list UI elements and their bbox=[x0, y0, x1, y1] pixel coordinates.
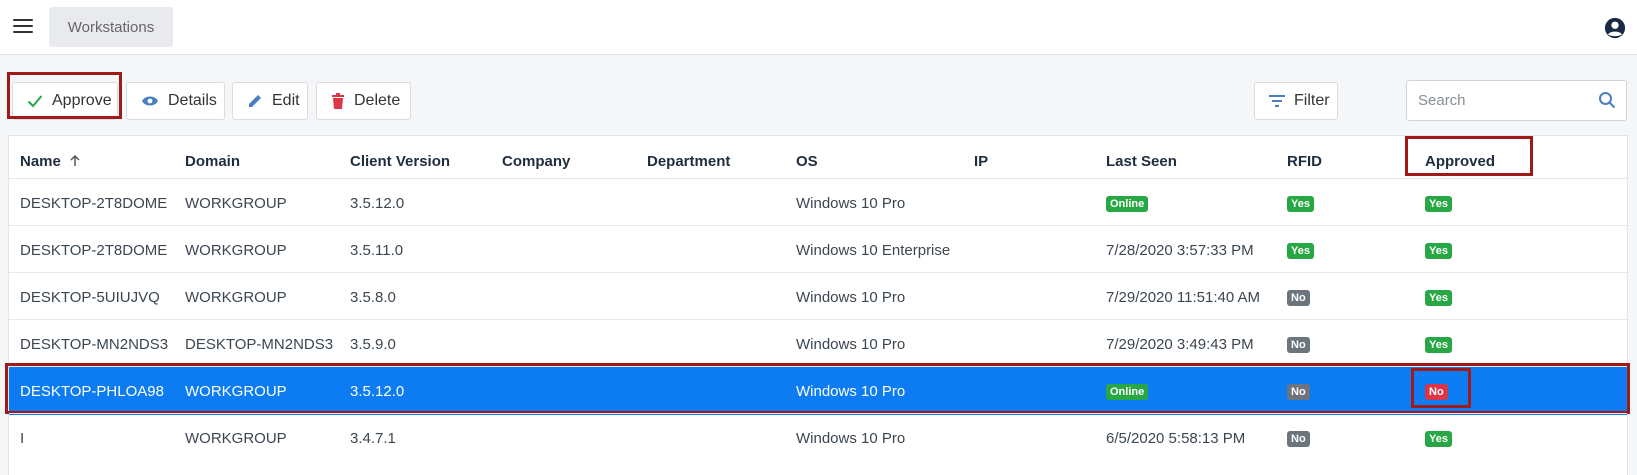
table-row[interactable]: DESKTOP-5UIUJVQ WORKGROUP 3.5.8.0 Window… bbox=[9, 272, 1627, 321]
top-bar: Workstations bbox=[0, 0, 1637, 55]
rfid-badge: Yes bbox=[1287, 243, 1314, 259]
rfid-badge: No bbox=[1287, 384, 1310, 400]
details-button[interactable]: Details bbox=[126, 82, 225, 120]
edit-label: Edit bbox=[272, 92, 300, 109]
cell-name: DESKTOP-PHLOA98 bbox=[20, 383, 164, 400]
table-row[interactable]: DESKTOP-2T8DOME WORKGROUP 3.5.11.0 Windo… bbox=[9, 225, 1627, 274]
column-header-last-seen[interactable]: Last Seen bbox=[1106, 153, 1177, 170]
check-icon bbox=[27, 95, 43, 108]
cell-os: Windows 10 Pro bbox=[796, 195, 906, 212]
filter-label: Filter bbox=[1294, 92, 1330, 109]
cell-client-version: 3.5.12.0 bbox=[350, 383, 405, 400]
approve-label: Approve bbox=[52, 92, 112, 109]
approve-button[interactable]: Approve bbox=[12, 82, 118, 120]
cell-name: DESKTOP-5UIUJVQ bbox=[20, 289, 160, 306]
account-icon[interactable] bbox=[1604, 17, 1626, 39]
column-header-rfid[interactable]: RFID bbox=[1287, 153, 1322, 170]
search-input[interactable] bbox=[1407, 81, 1587, 120]
table-row[interactable]: DESKTOP-2T8DOME WORKGROUP 3.5.12.0 Windo… bbox=[9, 178, 1627, 227]
approved-badge: No bbox=[1425, 384, 1448, 400]
cell-last-seen: 7/29/2020 11:51:40 AM bbox=[1106, 289, 1261, 306]
table-row-selected[interactable]: DESKTOP-PHLOA98 WORKGROUP 3.5.12.0 Windo… bbox=[9, 366, 1627, 415]
cell-os: Windows 10 Pro bbox=[796, 430, 906, 447]
cell-os: Windows 10 Pro bbox=[796, 383, 906, 400]
rfid-badge: No bbox=[1287, 337, 1310, 353]
breadcrumb-workstations[interactable]: Workstations bbox=[49, 7, 173, 47]
rfid-badge: Yes bbox=[1287, 196, 1314, 212]
cell-os: Windows 10 Enterprise bbox=[796, 242, 951, 259]
column-header-os[interactable]: OS bbox=[796, 153, 818, 170]
filter-icon bbox=[1269, 95, 1285, 107]
cell-name: DESKTOP-2T8DOME bbox=[20, 195, 168, 212]
cell-name: I bbox=[20, 430, 25, 447]
approved-badge: Yes bbox=[1425, 243, 1452, 259]
column-header-name[interactable]: Name bbox=[20, 153, 81, 170]
cell-domain: WORKGROUP bbox=[185, 242, 287, 259]
cell-os: Windows 10 Pro bbox=[796, 336, 906, 353]
cell-client-version: 3.5.12.0 bbox=[350, 195, 405, 212]
delete-button[interactable]: Delete bbox=[316, 82, 411, 120]
cell-client-version: 3.5.11.0 bbox=[350, 242, 404, 259]
approved-badge: Yes bbox=[1425, 337, 1452, 353]
cell-domain: WORKGROUP bbox=[185, 195, 287, 212]
cell-last-seen: 6/5/2020 5:58:13 PM bbox=[1106, 430, 1246, 447]
workstations-table: Name Domain Client Version Company Depar… bbox=[5, 135, 1630, 475]
cell-domain: WORKGROUP bbox=[185, 289, 287, 306]
details-label: Details bbox=[168, 92, 217, 109]
cell-client-version: 3.4.7.1 bbox=[350, 430, 396, 447]
search-icon[interactable] bbox=[1598, 91, 1616, 109]
cell-name: DESKTOP-2T8DOME bbox=[20, 242, 168, 259]
column-header-ip[interactable]: IP bbox=[974, 153, 988, 170]
trash-icon bbox=[332, 93, 344, 109]
edit-button[interactable]: Edit bbox=[232, 82, 308, 120]
rfid-badge: No bbox=[1287, 290, 1310, 306]
eye-icon bbox=[142, 96, 158, 106]
pencil-icon bbox=[249, 95, 261, 107]
cell-domain: WORKGROUP bbox=[185, 430, 287, 447]
delete-label: Delete bbox=[354, 92, 401, 109]
sort-ascending-icon bbox=[70, 154, 80, 166]
cell-client-version: 3.5.9.0 bbox=[350, 336, 396, 353]
column-header-client-version[interactable]: Client Version bbox=[350, 153, 450, 170]
search-box bbox=[1406, 80, 1627, 121]
menu-icon[interactable] bbox=[13, 19, 33, 35]
online-badge: Online bbox=[1106, 196, 1149, 212]
cell-os: Windows 10 Pro bbox=[796, 289, 906, 306]
cell-last-seen: 7/29/2020 3:49:43 PM bbox=[1106, 336, 1254, 353]
rfid-badge: No bbox=[1287, 431, 1310, 447]
table-row[interactable]: I WORKGROUP 3.4.7.1 Windows 10 Pro 6/5/2… bbox=[9, 413, 1627, 462]
approved-badge: Yes bbox=[1425, 290, 1452, 306]
cell-last-seen: 7/28/2020 3:57:33 PM bbox=[1106, 242, 1254, 259]
cell-client-version: 3.5.8.0 bbox=[350, 289, 396, 306]
column-header-company[interactable]: Company bbox=[502, 153, 570, 170]
online-badge: Online bbox=[1106, 384, 1149, 400]
column-header-domain[interactable]: Domain bbox=[185, 153, 240, 170]
cell-domain: DESKTOP-MN2NDS3 bbox=[185, 336, 334, 353]
cell-name: DESKTOP-MN2NDS3 bbox=[20, 336, 169, 353]
approved-badge: Yes bbox=[1425, 196, 1452, 212]
column-header-department[interactable]: Department bbox=[647, 153, 730, 170]
cell-domain: WORKGROUP bbox=[185, 383, 287, 400]
filter-button[interactable]: Filter bbox=[1254, 82, 1338, 120]
column-header-approved[interactable]: Approved bbox=[1425, 153, 1495, 170]
approved-badge: Yes bbox=[1425, 431, 1452, 447]
table-row[interactable]: DESKTOP-MN2NDS3 DESKTOP-MN2NDS3 3.5.9.0 … bbox=[9, 319, 1627, 368]
